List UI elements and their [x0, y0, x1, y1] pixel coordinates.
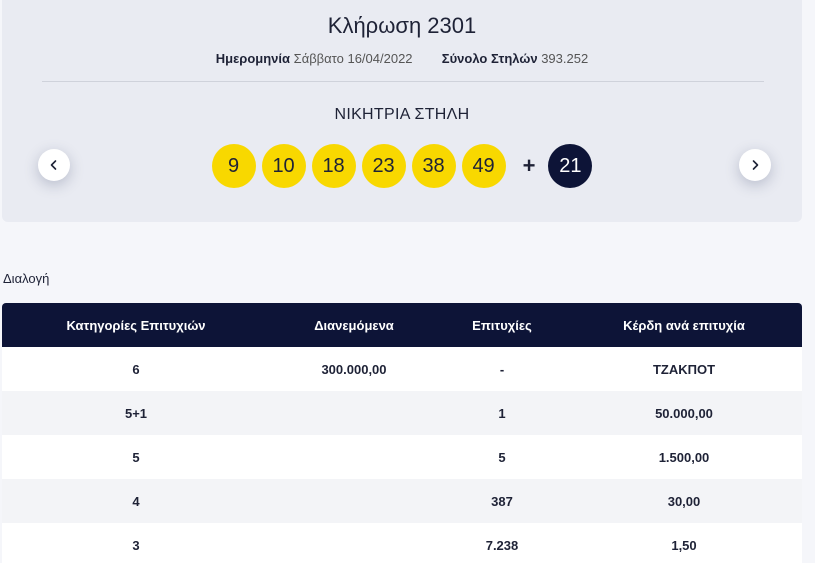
draw-card: Κλήρωση 2301 Ημερομηνία Σάββατο 16/04/20…: [2, 0, 802, 222]
number-ball: 38: [411, 144, 456, 188]
next-draw-button[interactable]: [739, 149, 771, 181]
bonus-ball: 21: [548, 144, 593, 188]
cell-winners: -: [499, 361, 505, 377]
cell-winners: 7.238: [485, 537, 519, 553]
cell-prize: 30,00: [667, 493, 701, 509]
cell-category: 4: [132, 493, 140, 509]
table-row: 4 387 30,00: [2, 479, 802, 523]
number-ball: 9: [211, 144, 256, 188]
header-prize-per-winner: Κέρδη ανά επιτυχία: [623, 317, 745, 333]
chevron-left-icon: [50, 160, 57, 170]
table-row: 5 5 1.500,00: [2, 435, 802, 479]
header-category: Κατηγορίες Επιτυχιών: [66, 317, 206, 333]
date-label: Ημερομηνία: [215, 51, 291, 66]
date-value: Σάββατο 16/04/2022: [293, 51, 413, 66]
cell-winners: 387: [491, 493, 513, 509]
number-ball: 23: [361, 144, 406, 188]
header-winners: Επιτυχίες: [472, 317, 532, 333]
cell-category: 3: [132, 537, 140, 553]
prize-table: Κατηγορίες Επιτυχιών Διανεμόμενα Επιτυχί…: [2, 303, 802, 563]
table-header: Κατηγορίες Επιτυχιών Διανεμόμενα Επιτυχί…: [2, 303, 802, 347]
plus-sign: +: [522, 153, 536, 178]
header-distributed: Διανεμόμενα: [314, 317, 394, 333]
draw-title: Κλήρωση 2301: [327, 13, 477, 38]
cell-prize: 1.500,00: [658, 449, 710, 465]
columns-value: 393.252: [541, 51, 589, 66]
number-ball: 10: [261, 144, 306, 188]
cell-prize: 1,50: [671, 537, 697, 553]
section-label: Διαλογή: [3, 271, 50, 286]
table-row: 5+1 1 50.000,00: [2, 391, 802, 435]
winning-numbers: 9 10 18 23 38 49 + 21: [2, 144, 802, 188]
cell-winners: 1: [498, 405, 506, 421]
chevron-right-icon: [752, 160, 759, 170]
table-row: 3 7.238 1,50: [2, 523, 802, 563]
winning-column-label: ΝΙΚΗΤΡΙΑ ΣΤΗΛΗ: [334, 106, 470, 123]
cell-category: 6: [132, 361, 140, 377]
cell-distributed: 300.000,00: [321, 361, 387, 377]
number-ball: 18: [311, 144, 356, 188]
cell-category: 5: [132, 449, 140, 465]
divider: [42, 81, 764, 82]
table-row: 6 300.000,00 - ΤΖΑΚΠΟΤ: [2, 347, 802, 391]
previous-draw-button[interactable]: [38, 149, 70, 181]
cell-prize: ΤΖΑΚΠΟΤ: [652, 361, 716, 377]
cell-winners: 5: [498, 449, 506, 465]
cell-category: 5+1: [124, 405, 148, 421]
columns-label: Σύνολο Στηλών: [441, 51, 538, 66]
number-ball: 49: [461, 144, 506, 188]
draw-meta: Ημερομηνία Σάββατο 16/04/2022 Σύνολο Στη…: [2, 51, 802, 66]
cell-prize: 50.000,00: [655, 405, 713, 421]
